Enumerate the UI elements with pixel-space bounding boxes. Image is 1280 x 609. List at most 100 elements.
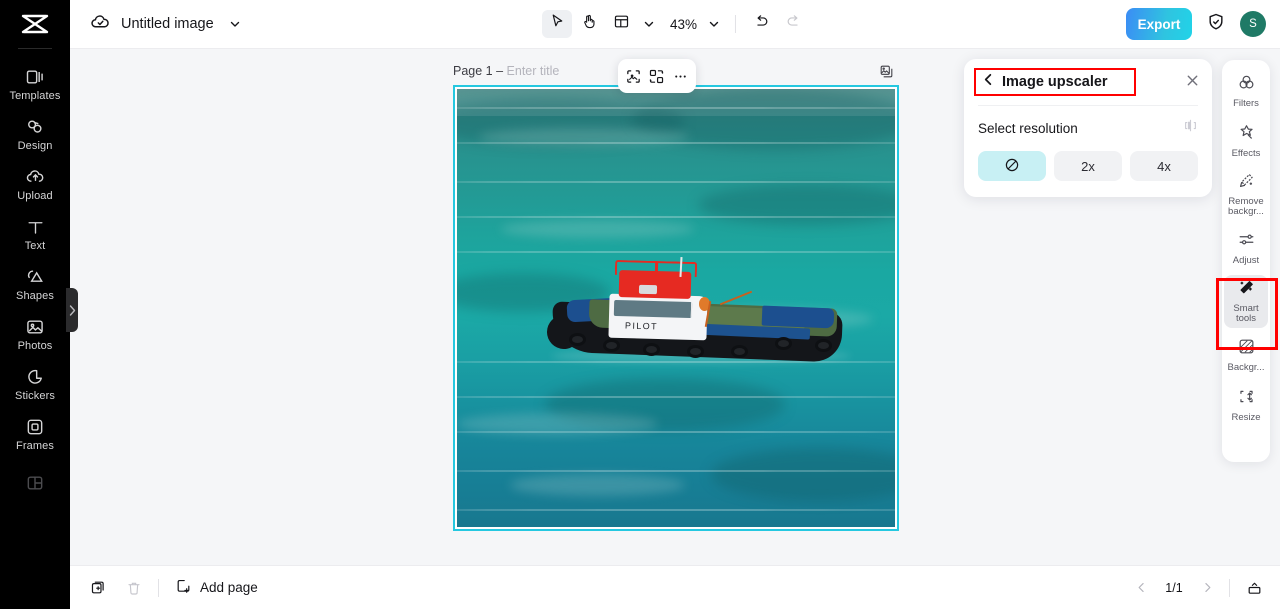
background-icon [1237,337,1256,361]
right-rail-item-remove-background[interactable]: Remove backgr... [1224,168,1268,221]
layout-icon [612,13,629,35]
hand-tool-button[interactable] [574,10,604,38]
boat-stern-gunwale [761,305,835,329]
sidebar-collapse-handle[interactable] [66,288,78,332]
page-title-input[interactable]: Enter title [507,64,560,78]
crop-image-icon[interactable] [623,64,645,88]
boat-fender [603,339,620,352]
select-resolution-label: Select resolution [978,120,1078,136]
resolution-section-header: Select resolution [978,118,1198,138]
sidebar-item-layouts[interactable] [0,459,70,509]
sidebar-item-label: Photos [17,339,53,352]
close-icon[interactable] [1185,73,1200,93]
hand-icon [580,13,597,35]
next-page-button[interactable] [1197,577,1217,599]
right-rail-item-filters[interactable]: Filters [1224,68,1268,114]
layout-chevron-down-icon[interactable] [638,10,660,38]
layout-tool-button[interactable] [606,10,636,38]
resolution-options: 2x 4x [978,151,1198,181]
right-rail-item-background[interactable]: Backgr... [1224,332,1268,378]
chevron-down-icon[interactable] [224,10,246,38]
right-rail-item-label: Smart tools [1233,302,1259,325]
right-tool-rail: Filters Effects Remove backgr... Adjust … [1222,60,1270,462]
smart-tools-icon [1237,278,1256,302]
more-horizontal-icon[interactable] [669,64,691,88]
document-info: Untitled image [70,10,246,38]
export-button[interactable]: Export [1126,8,1192,40]
sidebar-item-stickers[interactable]: Stickers [0,359,70,409]
add-page-button[interactable]: Add page [175,577,258,599]
undo-button[interactable] [746,10,776,38]
resolution-option-4x[interactable]: 4x [1130,151,1198,181]
pilot-boat: PILOT [543,256,851,367]
remove-background-icon [1237,171,1256,195]
sidebar-item-frames[interactable]: Frames [0,409,70,459]
topbar-actions: Export S [1126,8,1266,40]
compare-before-after-icon[interactable] [1183,118,1198,138]
right-rail-item-smart-tools[interactable]: Smart tools [1224,274,1268,328]
avatar[interactable]: S [1240,11,1266,37]
resolution-option-none[interactable] [978,151,1046,181]
document-title[interactable]: Untitled image [121,16,214,32]
boat-fender [775,337,792,350]
zoom-level[interactable]: 43% [662,17,701,32]
boat-fender [815,339,832,352]
present-icon[interactable] [1242,576,1266,600]
sidebar-item-shapes[interactable]: Shapes [0,259,70,309]
image-float-toolbar [618,59,696,93]
panel-title: Image upscaler [1002,74,1108,90]
prev-page-button[interactable] [1131,577,1151,599]
none-forbidden-icon [1004,157,1020,176]
right-rail-item-effects[interactable]: Effects [1224,118,1268,164]
boat-vent [638,284,658,295]
sidebar-item-photos[interactable]: Photos [0,309,70,359]
canvas-selection-frame[interactable]: PILOT [453,85,899,531]
sidebar-item-text[interactable]: Text [0,209,70,259]
right-rail-item-resize[interactable]: Resize [1224,382,1268,428]
duplicate-page-icon[interactable] [86,576,110,600]
boat-photo[interactable]: PILOT [457,89,895,527]
bottom-left-actions: Add page [70,576,258,600]
sidebar-item-label: Text [24,239,46,252]
duplicate-image-icon[interactable] [874,59,898,83]
sidebar-item-upload[interactable]: Upload [0,159,70,209]
chevron-left-icon[interactable] [982,73,995,91]
right-rail-item-label: Resize [1231,411,1261,423]
sidebar-item-label: Templates [9,89,61,102]
zoom-chevron-down-icon[interactable] [703,10,725,38]
panel-body: Select resolution 2x 4x [964,106,1212,181]
filters-icon [1237,73,1256,97]
top-toolbar: Untitled image 43% Export S [70,0,1280,49]
templates-icon [25,67,45,88]
trash-icon[interactable] [122,576,146,600]
shield-check-icon[interactable] [1206,12,1226,37]
sidebar-item-label: Upload [17,189,53,202]
bottom-right-actions: 1/1 [1131,576,1266,600]
sidebar-item-design[interactable]: Design [0,109,70,159]
capcut-logo[interactable] [0,0,70,48]
upload-cloud-icon [25,167,46,188]
right-rail-item-label: Effects [1231,147,1261,159]
add-page-label: Add page [200,580,258,595]
layouts-icon [25,472,45,493]
image-upscaler-panel: Image upscaler Select resolution 2x 4x [964,59,1212,197]
boat-fender [643,343,660,356]
resize-icon [1237,387,1256,411]
cursor-icon [548,13,565,35]
cloud-saved-icon[interactable] [90,11,111,37]
canvas-tools: 43% [541,10,808,38]
right-rail-item-adjust[interactable]: Adjust [1224,225,1268,271]
redo-button[interactable] [778,10,808,38]
design-icon [25,117,45,138]
sidebar-item-templates[interactable]: Templates [0,59,70,109]
replace-image-icon[interactable] [646,64,668,88]
undo-icon [753,13,770,35]
select-tool-button[interactable] [541,10,572,38]
add-page-icon [175,577,192,599]
resolution-option-2x[interactable]: 2x [1054,151,1122,181]
bottom-divider [158,578,159,597]
boat-mooring-line-2 [719,290,753,306]
collapse-chevron-icon [69,304,76,316]
boat-cabin-windows [613,299,693,319]
toolbar-divider [735,15,737,33]
